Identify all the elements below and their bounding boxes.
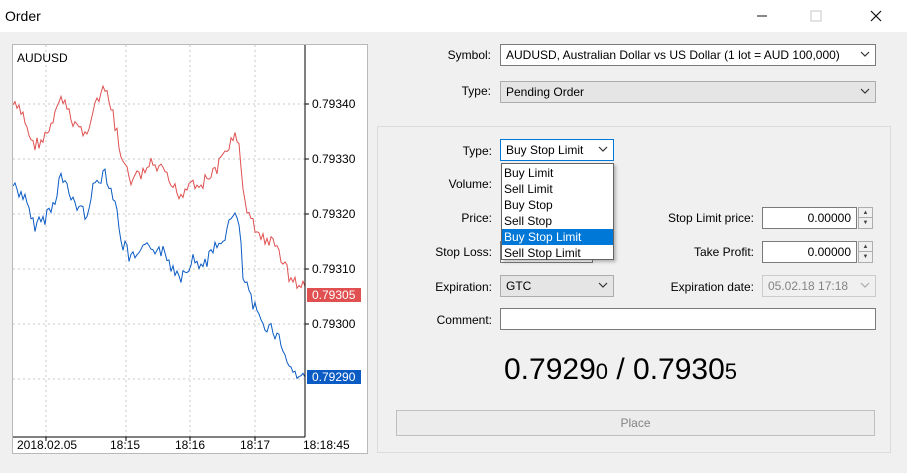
ask-price-label: 0.79305 bbox=[312, 288, 356, 302]
ask-price-main: 0.7930 bbox=[633, 353, 725, 386]
price-tick-4: 0.79300 bbox=[305, 317, 356, 331]
dropdown-option-buy-limit[interactable]: Buy Limit bbox=[502, 165, 613, 181]
close-button[interactable] bbox=[853, 0, 899, 32]
price-tick-3: 0.79310 bbox=[305, 262, 356, 276]
time-tick-label: 18:15 bbox=[110, 438, 140, 452]
volume-label: Volume: bbox=[448, 177, 492, 191]
expiration-date-picker: 05.02.18 17:18 bbox=[762, 275, 876, 297]
pending-type-dropdown-list: Buy Limit Sell Limit Buy Stop Sell Stop … bbox=[501, 163, 614, 260]
price-label: Price: bbox=[461, 211, 492, 225]
dropdown-option-sell-limit[interactable]: Sell Limit bbox=[502, 181, 613, 197]
close-icon bbox=[870, 10, 882, 22]
stop-loss-label: Stop Loss: bbox=[435, 245, 492, 259]
quote-separator: / bbox=[608, 353, 634, 386]
pending-type-label: Type: bbox=[462, 144, 492, 158]
comment-label: Comment: bbox=[436, 313, 492, 327]
bid-price-pipette: 0 bbox=[595, 359, 609, 384]
expiration-value: GTC bbox=[506, 279, 532, 293]
time-tick-0: 2018.02.05 bbox=[17, 437, 77, 452]
minimize-icon bbox=[757, 15, 767, 17]
spin-up-icon[interactable]: ▲ bbox=[858, 241, 873, 252]
stop-limit-price-spinner[interactable]: ▲ ▼ bbox=[858, 207, 873, 229]
order-type-select[interactable]: Pending Order bbox=[500, 81, 876, 103]
dropdown-option-buy-stop-limit[interactable]: Buy Stop Limit bbox=[502, 229, 613, 245]
price-tick-label: 0.79320 bbox=[312, 207, 356, 221]
chevron-down-icon bbox=[860, 282, 870, 288]
stop-limit-price-label: Stop Limit price: bbox=[667, 211, 754, 225]
order-type-label: Type: bbox=[461, 84, 491, 98]
title-bar: Order bbox=[0, 0, 907, 32]
time-tick-1: 18:15 bbox=[110, 437, 140, 452]
symbol-label: Symbol: bbox=[447, 48, 491, 62]
price-tick-label: 0.79340 bbox=[312, 97, 356, 111]
dropdown-option-sell-stop[interactable]: Sell Stop bbox=[502, 213, 613, 229]
price-tick-label: 0.79330 bbox=[312, 152, 356, 166]
dropdown-option-buy-stop[interactable]: Buy Stop bbox=[502, 197, 613, 213]
window-title: Order bbox=[5, 8, 41, 24]
price-tick-0: 0.79340 bbox=[305, 97, 356, 111]
place-button: Place bbox=[396, 410, 875, 436]
symbol-value: AUDUSD, Australian Dollar vs US Dollar (… bbox=[506, 48, 840, 62]
stop-limit-price-input[interactable]: 0.00000 bbox=[762, 207, 857, 229]
bid-ask-quote: 0.79290 / 0.79305 bbox=[504, 353, 737, 387]
maximize-icon bbox=[810, 10, 822, 22]
chart-symbol: AUDUSD bbox=[17, 51, 68, 65]
expiration-date-label: Expiration date: bbox=[670, 280, 754, 294]
pending-type-value: Buy Stop Limit bbox=[506, 143, 584, 157]
comment-input[interactable] bbox=[500, 308, 876, 330]
time-tick-2: 18:16 bbox=[175, 437, 205, 452]
expiration-date-value: 05.02.18 17:18 bbox=[768, 279, 849, 293]
time-tick-3: 18:17 bbox=[240, 437, 270, 452]
order-type-value: Pending Order bbox=[506, 85, 585, 99]
take-profit-spinner[interactable]: ▲ ▼ bbox=[858, 241, 873, 263]
spin-up-icon[interactable]: ▲ bbox=[858, 207, 873, 218]
chart-grid bbox=[13, 45, 305, 437]
time-tick-label: 2018.02.05 bbox=[17, 438, 77, 452]
pending-type-select[interactable]: Buy Stop Limit bbox=[500, 139, 614, 161]
time-tick-label: 18:16 bbox=[175, 438, 205, 452]
tick-chart: AUDUSD 0.79340 0.79330 0.79320 0.79310 0… bbox=[12, 44, 368, 454]
price-tick-label: 0.79310 bbox=[312, 262, 356, 276]
price-tick-1: 0.79330 bbox=[305, 152, 356, 166]
minimize-button[interactable] bbox=[739, 0, 785, 32]
take-profit-label: Take Profit: bbox=[693, 245, 754, 259]
bid-price-line bbox=[13, 168, 306, 380]
time-tick-label: 18:17 bbox=[240, 438, 270, 452]
expiration-select[interactable]: GTC bbox=[500, 275, 614, 297]
spin-down-icon[interactable]: ▼ bbox=[858, 252, 873, 263]
dropdown-option-sell-stop-limit[interactable]: Sell Stop Limit bbox=[502, 245, 613, 261]
spin-down-icon[interactable]: ▼ bbox=[858, 218, 873, 229]
price-tick-2: 0.79320 bbox=[305, 207, 356, 221]
bid-price-main: 0.7929 bbox=[504, 353, 596, 386]
price-tick-label: 0.79300 bbox=[312, 317, 356, 331]
bid-price-label: 0.79290 bbox=[312, 370, 356, 384]
ask-price-pipette: 5 bbox=[724, 359, 738, 384]
maximize-button bbox=[793, 0, 839, 32]
chevron-down-icon bbox=[598, 146, 608, 152]
chevron-down-icon bbox=[860, 51, 870, 57]
current-time-label: 18:18:45 bbox=[303, 438, 350, 452]
chevron-down-icon bbox=[598, 282, 608, 288]
chevron-down-icon bbox=[860, 88, 870, 94]
take-profit-input[interactable]: 0.00000 bbox=[762, 241, 857, 263]
symbol-select[interactable]: AUDUSD, Australian Dollar vs US Dollar (… bbox=[500, 44, 876, 66]
chart-canvas: AUDUSD 0.79340 0.79330 0.79320 0.79310 0… bbox=[13, 45, 361, 452]
expiration-label: Expiration: bbox=[435, 280, 492, 294]
ask-price-line bbox=[13, 84, 306, 290]
